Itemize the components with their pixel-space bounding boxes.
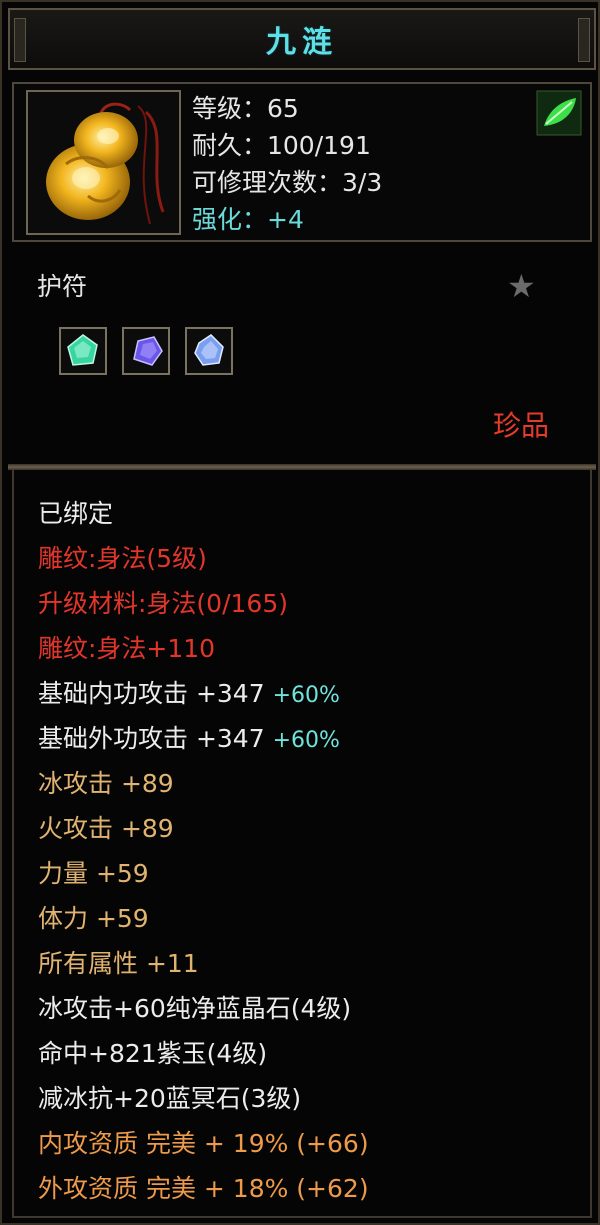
gem-slot-1[interactable] (59, 327, 107, 375)
outer-attack: 基础外功攻击 +347 +60% (38, 719, 340, 755)
upgrade-material: 升级材料:身法(0/165) (38, 589, 288, 618)
carving: 雕纹:身法(5级) (38, 544, 207, 573)
purple-gem-icon (133, 336, 163, 366)
stamina: 体力 +59 (38, 904, 149, 933)
outer-attack-value: 基础外功攻击 +347 (38, 724, 265, 753)
gem-slot-3[interactable] (185, 327, 233, 375)
inner-attack: 基础内功攻击 +347 +60% (38, 674, 340, 710)
attribute-list: 已绑定 雕纹:身法(5级) 升级材料:身法(0/165) 雕纹:身法+110 基… (12, 470, 592, 1218)
item-stats: 等级：65 耐久：100/191 可修理次数：3/3 强化：+4 (192, 90, 382, 238)
item-enhance: 强化：+4 (192, 205, 304, 234)
item-type: 护符 (37, 272, 88, 301)
item-image-slot[interactable] (26, 90, 181, 235)
inner-quality: 内攻资质 完美 + 19% (+66) (38, 1129, 369, 1158)
leaf-icon[interactable] (536, 90, 582, 136)
inner-attack-pct: +60% (272, 683, 340, 708)
strength: 力量 +59 (38, 859, 149, 888)
blue-gem-icon (194, 334, 224, 366)
title-endcap-left (14, 18, 26, 62)
bound-status: 已绑定 (38, 499, 114, 528)
socket-3: 减冰抗+20蓝冥石(3级) (38, 1084, 302, 1113)
item-name: 九涟 (266, 25, 338, 60)
amulet-icon (46, 102, 165, 225)
item-tooltip: 九涟 等级：65 耐久：100/191 可修理次数：3/3 强化：+4 护符 ★… (0, 0, 600, 1225)
green-gem-icon (67, 334, 98, 366)
socket-2: 命中+821紫玉(4级) (38, 1039, 268, 1068)
fire-attack: 火攻击 +89 (38, 814, 174, 843)
gem-slot-2[interactable] (122, 327, 170, 375)
all-attributes: 所有属性 +11 (38, 949, 199, 978)
title-bar: 九涟 (8, 8, 596, 70)
inner-attack-value: 基础内功攻击 +347 (38, 679, 265, 708)
star-icon[interactable]: ★ (507, 267, 536, 305)
socket-1: 冰攻击+60纯净蓝晶石(4级) (38, 994, 352, 1023)
item-durability: 耐久：100/191 (192, 131, 371, 160)
item-level: 等级：65 (192, 94, 299, 123)
rarity-label: 珍品 (493, 409, 550, 442)
outer-attack-pct: +60% (272, 728, 340, 753)
ice-attack: 冰攻击 +89 (38, 769, 174, 798)
title-endcap-right (578, 18, 590, 62)
item-info-panel: 等级：65 耐久：100/191 可修理次数：3/3 强化：+4 (12, 82, 592, 242)
outer-quality: 外攻资质 完美 + 18% (+62) (38, 1174, 369, 1203)
carving-bonus: 雕纹:身法+110 (38, 634, 216, 663)
item-repairs: 可修理次数：3/3 (192, 168, 383, 197)
